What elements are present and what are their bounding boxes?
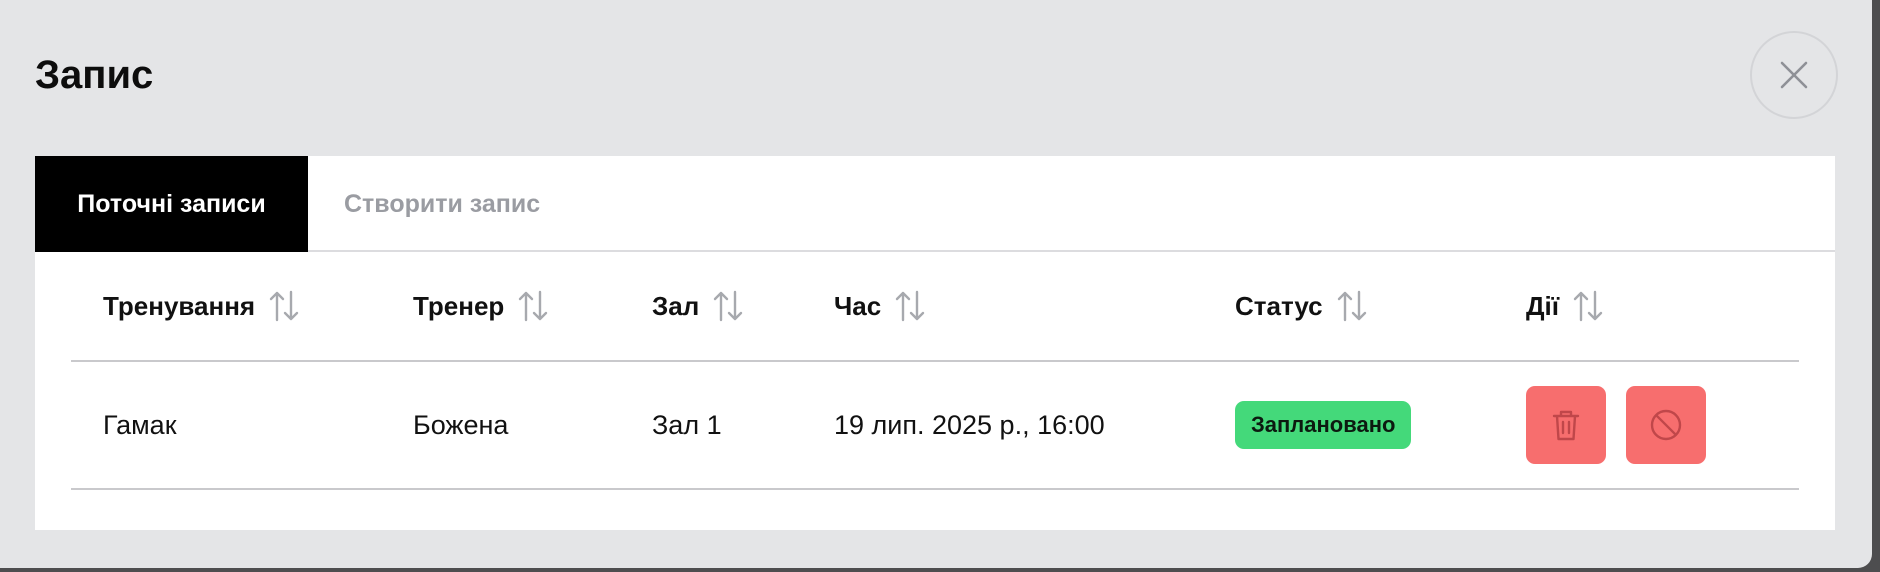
column-header-training[interactable]: Тренування	[103, 252, 299, 360]
bookings-panel: Поточні записи Створити запис Тренування…	[35, 156, 1835, 530]
sort-icon	[1573, 290, 1603, 322]
cell-status: Заплановано	[1235, 362, 1412, 488]
column-header-label: Тренування	[103, 290, 256, 321]
tab-bar: Поточні записи Створити запис	[35, 156, 1835, 252]
sort-icon	[895, 290, 925, 322]
sort-icon	[713, 290, 743, 322]
cell-training: Гамак	[103, 409, 177, 440]
column-header-time[interactable]: Час	[834, 252, 925, 360]
column-header-label: Зал	[652, 290, 700, 321]
table-row: Гамак Божена Зал 1 19 лип. 2025 р., 16:0…	[71, 362, 1799, 490]
modal-title: Запис	[35, 53, 154, 97]
tab-current-bookings[interactable]: Поточні записи	[35, 156, 308, 252]
column-header-actions[interactable]: Дії	[1526, 252, 1603, 360]
booking-modal: Запис Поточні записи Створити запис Трен…	[0, 0, 1872, 568]
sort-icon	[518, 290, 548, 322]
cancel-booking-button[interactable]	[1626, 386, 1706, 464]
column-header-label: Тренер	[413, 290, 505, 321]
column-header-status[interactable]: Статус	[1235, 252, 1367, 360]
status-badge: Заплановано	[1235, 401, 1412, 449]
trash-icon	[1552, 410, 1580, 441]
column-header-hall[interactable]: Зал	[652, 252, 743, 360]
cell-time: 19 лип. 2025 р., 16:00	[834, 409, 1105, 440]
close-button[interactable]	[1750, 31, 1838, 119]
cell-trainer: Божена	[413, 409, 509, 440]
column-header-label: Дії	[1526, 290, 1560, 321]
close-icon	[1780, 61, 1808, 89]
column-header-label: Час	[834, 290, 882, 321]
column-header-trainer[interactable]: Тренер	[413, 252, 548, 360]
tab-create-booking[interactable]: Створити запис	[308, 156, 608, 252]
cell-hall: Зал 1	[652, 409, 722, 440]
sort-icon	[1337, 290, 1367, 322]
delete-button[interactable]	[1526, 386, 1606, 464]
sort-icon	[269, 290, 299, 322]
cancel-icon	[1650, 409, 1682, 441]
column-header-label: Статус	[1235, 290, 1323, 321]
table-header: Тренування Тренер Зал Час Статус Дії	[71, 252, 1799, 362]
